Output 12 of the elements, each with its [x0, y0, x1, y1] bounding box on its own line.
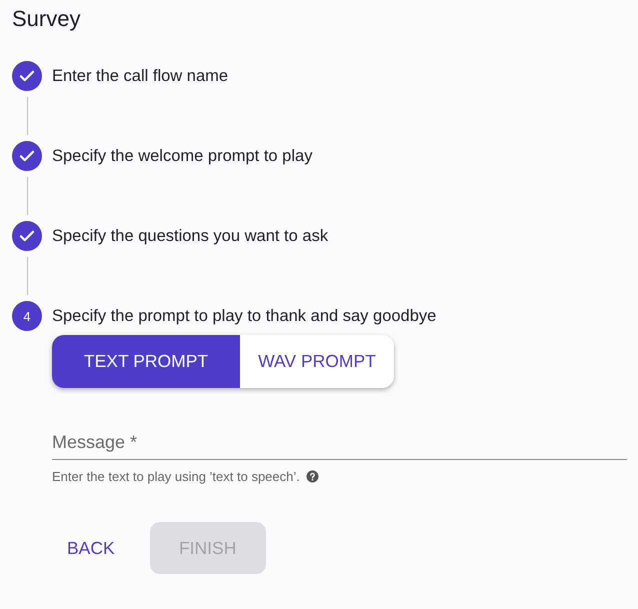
help-icon[interactable] [306, 470, 319, 483]
step-number: 4 [12, 301, 42, 331]
step-label: Specify the questions you want to ask [52, 226, 328, 246]
step-label: Specify the prompt to play to thank and say goodbye [52, 306, 436, 326]
step-label: Enter the call flow name [52, 66, 228, 86]
prompt-tab[interactable]: TEXT PROMPT [52, 335, 240, 388]
helper-text: Enter the text to play using ’text to speech’. [52, 469, 300, 484]
prompt-tab[interactable]: WAV PROMPT [240, 335, 394, 388]
page-title: Survey [12, 5, 80, 33]
message-field[interactable]: Message * [52, 428, 627, 460]
step-button[interactable]: BACK [52, 522, 130, 574]
step-label: Specify the welcome prompt to play [52, 146, 312, 166]
